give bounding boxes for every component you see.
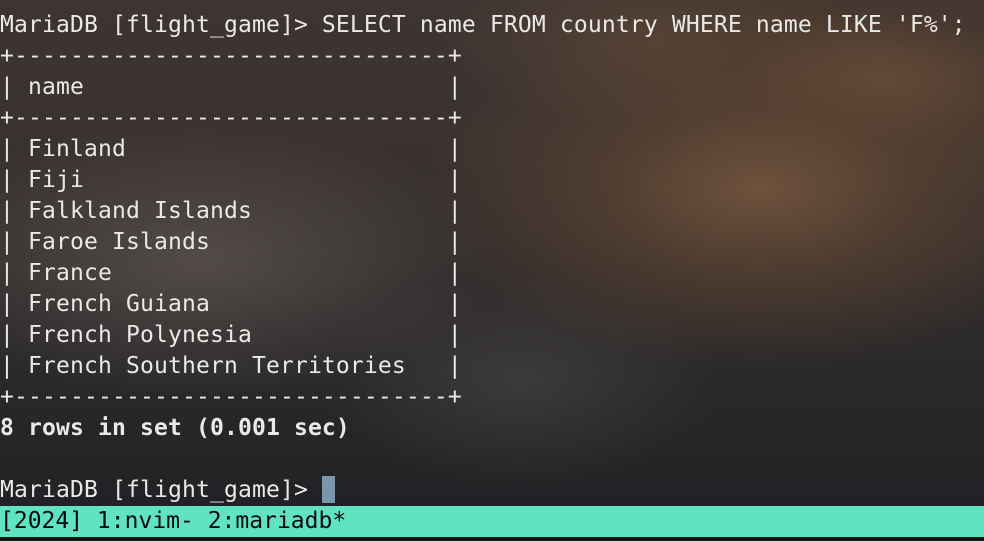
table-row: | Fiji | [0, 167, 462, 193]
prompt-line[interactable]: MariaDB [flight_game]> [0, 475, 335, 506]
table-border-top: +-------------------------------+ [0, 43, 462, 69]
bottom-divider [0, 537, 984, 541]
result-summary: 8 rows in set (0.001 sec) [0, 415, 350, 441]
table-header-row: | name | [0, 74, 462, 100]
table-row: | French Guiana | [0, 291, 462, 317]
table-row: | Falkland Islands | [0, 198, 462, 224]
tmux-status-bar[interactable]: [2024] 1:nvim- 2:mariadb* [0, 506, 984, 537]
terminal-window[interactable]: MariaDB [flight_game]> SELECT name FROM … [0, 0, 984, 541]
prompt-text: MariaDB [flight_game]> [0, 477, 322, 503]
table-row: | French Polynesia | [0, 322, 462, 348]
sql-query-line: MariaDB [flight_game]> SELECT name FROM … [0, 12, 966, 38]
table-row: | Faroe Islands | [0, 229, 462, 255]
table-row: | Finland | [0, 136, 462, 162]
table-row: | France | [0, 260, 462, 286]
table-border-header: +-------------------------------+ [0, 105, 462, 131]
status-bar-text: [2024] 1:nvim- 2:mariadb* [0, 508, 347, 534]
table-border-bottom: +-------------------------------+ [0, 384, 462, 410]
text-cursor [321, 476, 335, 503]
table-row: | French Southern Territories | [0, 353, 462, 379]
